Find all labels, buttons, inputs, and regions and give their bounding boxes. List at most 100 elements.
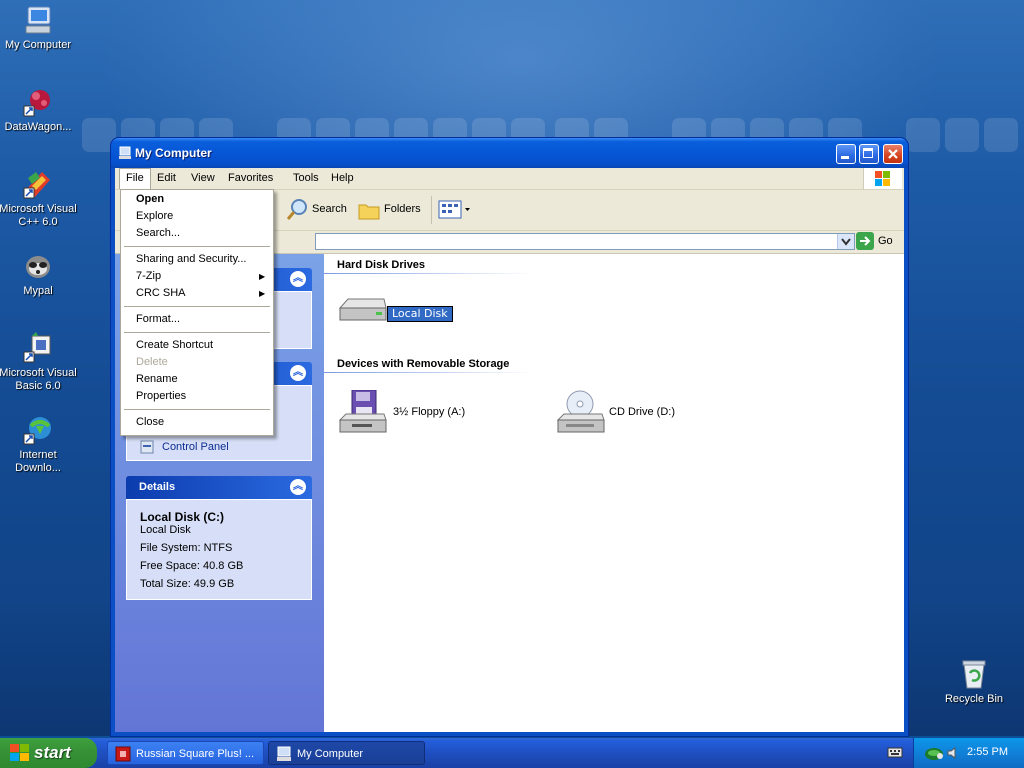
control-panel-icon bbox=[139, 439, 155, 458]
submenu-arrow-icon: ▶ bbox=[259, 289, 266, 298]
computer-icon bbox=[22, 4, 54, 36]
file-menu-properties[interactable]: Properties bbox=[136, 388, 186, 405]
menu-separator bbox=[124, 409, 270, 410]
file-menu-7zip-label: 7-Zip bbox=[136, 270, 162, 282]
desktop-icon-datawagon[interactable]: DataWagon... bbox=[0, 86, 78, 134]
menu-tools[interactable]: Tools bbox=[287, 168, 325, 189]
go-arrow-icon bbox=[856, 232, 874, 250]
maximize-icon bbox=[863, 148, 873, 158]
floppy-drive-label: 3½ Floppy (A:) bbox=[393, 406, 466, 418]
window-titlebar[interactable]: My Computer bbox=[111, 138, 908, 168]
windows-flag-icon bbox=[10, 744, 29, 761]
file-menu-explore[interactable]: Explore bbox=[136, 208, 173, 225]
minimize-icon bbox=[841, 156, 849, 159]
minimize-button[interactable] bbox=[836, 144, 856, 164]
file-menu-create-shortcut[interactable]: Create Shortcut bbox=[136, 337, 213, 354]
menu-separator bbox=[124, 246, 270, 247]
cd-drive-icon bbox=[556, 390, 605, 433]
file-menu-open[interactable]: Open bbox=[136, 191, 164, 208]
taskbar-item-label: Russian Square Plus! ... bbox=[136, 748, 255, 760]
chevron-down-icon bbox=[841, 238, 851, 246]
menu-bar: File Edit View Favorites Tools Help bbox=[115, 168, 904, 190]
go-button[interactable]: Go bbox=[856, 232, 900, 251]
menu-edit[interactable]: Edit bbox=[151, 168, 182, 189]
start-label: start bbox=[34, 743, 71, 762]
menu-help[interactable]: Help bbox=[325, 168, 360, 189]
floppy-drive-item[interactable]: 3½ Floppy (A:) bbox=[338, 390, 488, 436]
section-divider bbox=[324, 372, 624, 373]
details-header[interactable]: Details ︽ bbox=[126, 476, 312, 499]
desktop-icon-label: DataWagon... bbox=[4, 121, 72, 133]
search-icon bbox=[286, 199, 307, 220]
hard-drive-icon bbox=[338, 298, 387, 321]
speaker-icon[interactable] bbox=[946, 746, 960, 763]
menu-separator bbox=[124, 332, 270, 333]
close-button[interactable] bbox=[883, 144, 903, 164]
go-label: Go bbox=[878, 235, 893, 247]
desktop-icon-mypal[interactable]: Mypal bbox=[0, 250, 78, 298]
taskbar-item-my-computer[interactable]: My Computer bbox=[268, 741, 425, 765]
menu-favorites[interactable]: Favorites bbox=[222, 168, 279, 189]
details-total-size: Total Size: 49.9 GB bbox=[140, 578, 235, 590]
clock[interactable]: 2:55 PM bbox=[967, 746, 1008, 758]
details-file-system: File System: NTFS bbox=[140, 542, 233, 554]
search-label: Search bbox=[312, 203, 347, 215]
desktop-icon-label: My Computer bbox=[4, 39, 72, 51]
network-icon[interactable] bbox=[924, 744, 944, 765]
keyboard-icon[interactable] bbox=[887, 746, 903, 763]
maximize-button[interactable] bbox=[859, 144, 879, 164]
start-button[interactable]: start bbox=[0, 738, 97, 768]
system-tray: 2:55 PM bbox=[913, 738, 1024, 768]
close-icon bbox=[888, 149, 898, 159]
file-menu-close[interactable]: Close bbox=[136, 414, 164, 431]
details-type: Local Disk bbox=[140, 524, 191, 536]
taskbar: start Russian Square Plus! ... My Comput… bbox=[0, 738, 1024, 768]
window-title: My Computer bbox=[135, 146, 212, 160]
desktop-icon-my-computer[interactable]: My Computer bbox=[0, 4, 78, 52]
desktop-icon-internet-download[interactable]: Internet Downlo... bbox=[0, 414, 78, 475]
windows-logo-icon bbox=[863, 168, 902, 189]
removable-storage-header: Devices with Removable Storage bbox=[337, 358, 510, 370]
datawagon-icon bbox=[22, 86, 54, 118]
file-menu-rename[interactable]: Rename bbox=[136, 371, 178, 388]
russian-square-icon bbox=[115, 746, 131, 762]
toolbar-separator bbox=[431, 196, 432, 224]
internet-download-icon bbox=[22, 414, 54, 446]
file-menu-dropdown: Open Explore Search... Sharing and Secur… bbox=[120, 189, 274, 436]
file-menu-sharing-security[interactable]: Sharing and Security... bbox=[136, 251, 246, 268]
file-menu-crc-sha-label: CRC SHA bbox=[136, 287, 186, 299]
collapse-chevron-icon: ︽ bbox=[290, 271, 306, 287]
file-menu-format[interactable]: Format... bbox=[136, 311, 180, 328]
menu-view[interactable]: View bbox=[185, 168, 221, 189]
file-menu-search[interactable]: Search... bbox=[136, 225, 180, 242]
taskbar-item-label: My Computer bbox=[297, 748, 364, 760]
file-menu-7zip[interactable]: 7-Zip ▶ bbox=[136, 268, 266, 285]
desktop-icon-label: Mypal bbox=[23, 285, 53, 297]
visual-basic-icon bbox=[22, 332, 54, 364]
menu-separator bbox=[124, 306, 270, 307]
address-dropdown-button[interactable] bbox=[837, 234, 854, 249]
recycle-bin-icon bbox=[958, 658, 990, 690]
desktop-icon-visual-basic[interactable]: Microsoft Visual Basic 6.0 bbox=[0, 332, 78, 393]
desktop-icon-recycle-bin[interactable]: Recycle Bin bbox=[934, 658, 1014, 706]
visual-cpp-icon bbox=[22, 168, 54, 200]
taskbar-item-russian-square[interactable]: Russian Square Plus! ... bbox=[107, 741, 264, 765]
desktop-icon-visual-cpp[interactable]: Microsoft Visual C++ 6.0 bbox=[0, 168, 78, 229]
cd-drive-item[interactable]: CD Drive (D:) bbox=[556, 390, 706, 436]
folders-icon bbox=[358, 204, 380, 220]
views-button[interactable] bbox=[438, 199, 472, 221]
raccoon-icon bbox=[22, 250, 54, 282]
control-panel-link[interactable]: Control Panel bbox=[162, 441, 229, 453]
address-field[interactable] bbox=[315, 233, 855, 250]
views-icon bbox=[438, 200, 470, 219]
desktop-icon-label: Microsoft Visual C++ 6.0 bbox=[0, 203, 77, 228]
file-menu-crc-sha[interactable]: CRC SHA ▶ bbox=[136, 285, 266, 302]
folders-button[interactable]: Folders bbox=[357, 199, 421, 221]
section-divider bbox=[324, 273, 624, 274]
local-disk-label: Local Disk bbox=[387, 306, 453, 322]
details-name: Local Disk (C:) bbox=[140, 510, 225, 524]
content-area: Hard Disk Drives Local Disk Devices with… bbox=[324, 254, 904, 732]
details-free-space: Free Space: 40.8 GB bbox=[140, 560, 244, 572]
local-disk-item[interactable]: Local Disk bbox=[338, 294, 468, 328]
menu-file[interactable]: File bbox=[119, 168, 151, 189]
